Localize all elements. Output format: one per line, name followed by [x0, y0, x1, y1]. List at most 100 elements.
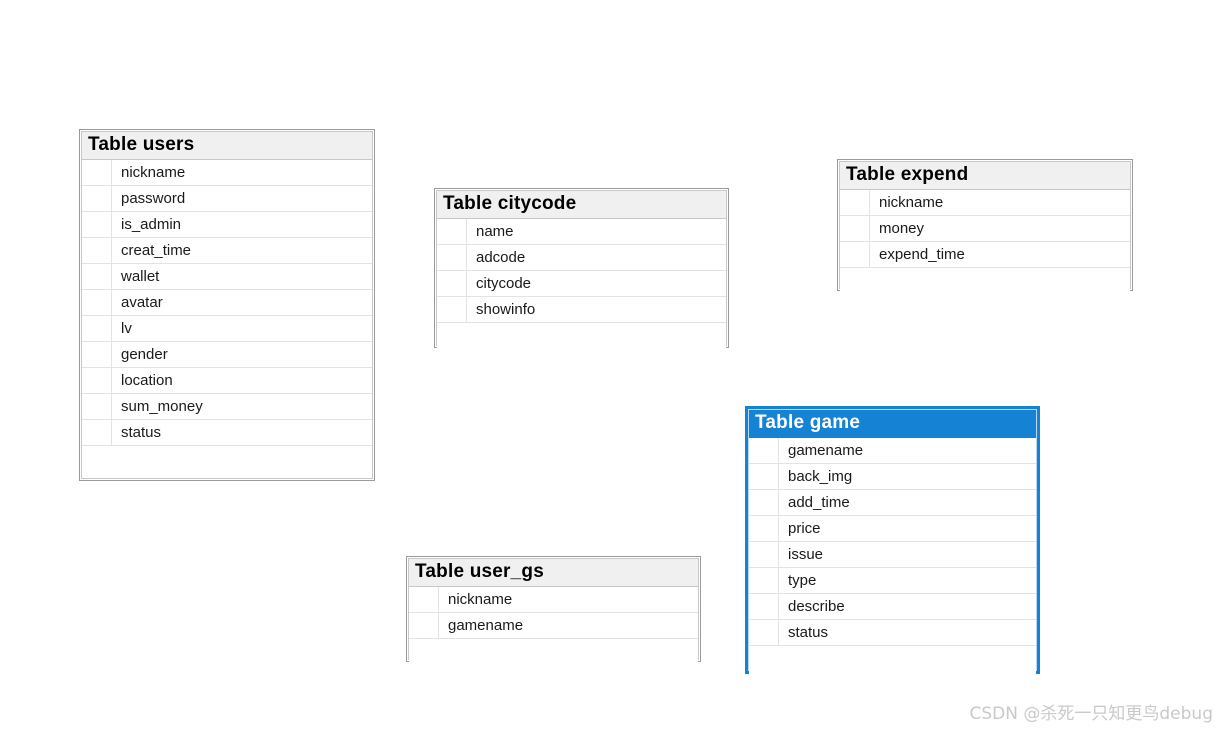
field-name-label: status [788, 624, 829, 641]
field-key-gutter [840, 190, 870, 215]
entity-field-row[interactable]: money [840, 216, 1130, 242]
entity-frame: Table game gamename back_img add_timeprice i… [748, 409, 1037, 676]
entity-field-row[interactable]: nickname [840, 190, 1130, 216]
field-key-gutter [82, 394, 112, 419]
entity-field-row[interactable]: status [749, 620, 1036, 646]
entity-field-row[interactable]: nickname [82, 160, 372, 186]
entity-field-list: name adcode citycode showinfo [437, 219, 726, 353]
field-name-label: password [121, 190, 186, 207]
entity-field-row[interactable]: sum_money [82, 394, 372, 420]
field-key-gutter [82, 446, 112, 476]
entity-title-user_gs[interactable]: Table user_gs [409, 559, 698, 587]
entity-field-row[interactable]: add_time [749, 490, 1036, 516]
field-name-label: gender [121, 346, 168, 363]
entity-field-row[interactable]: status [82, 420, 372, 446]
entity-table-users[interactable]: Table users nickname password is_admincreat… [79, 129, 375, 481]
entity-table-game[interactable]: Table game gamename back_img add_timeprice i… [745, 406, 1040, 676]
field-key-gutter [82, 342, 112, 367]
field-key-gutter [749, 438, 779, 463]
entity-field-row[interactable]: name [437, 219, 726, 245]
entity-field-row[interactable]: gamename [409, 613, 698, 639]
field-key-gutter [840, 242, 870, 267]
entity-table-user_gs[interactable]: Table user_gs nickname gamename [406, 556, 701, 669]
entity-field-row[interactable]: gender [82, 342, 372, 368]
field-key-gutter [749, 490, 779, 515]
entity-table-citycode[interactable]: Table citycode name adcode citycode showinfo [434, 188, 729, 353]
field-key-gutter [82, 420, 112, 445]
entity-field-row[interactable]: type [749, 568, 1036, 594]
field-key-gutter [437, 297, 467, 322]
csdn-watermark: CSDN @杀死一只知更鸟debug [969, 704, 1213, 724]
field-name-label: sum_money [121, 398, 203, 415]
entity-field-row[interactable]: nickname [409, 587, 698, 613]
entity-field-row[interactable]: citycode [437, 271, 726, 297]
field-name-label: back_img [788, 468, 853, 485]
field-key-gutter [840, 268, 870, 298]
entity-field-list: nickname money expend_time [840, 190, 1130, 298]
entity-field-row[interactable]: expend_time [840, 242, 1130, 268]
field-name-label: add_time [788, 494, 850, 511]
field-key-gutter [409, 613, 439, 638]
field-key-gutter [749, 542, 779, 567]
entity-frame: Table user_gs nickname gamename [408, 558, 699, 669]
field-name-label: expend_time [879, 246, 965, 263]
field-name-label: avatar [121, 294, 163, 311]
entity-field-row[interactable]: adcode [437, 245, 726, 271]
field-name-label: status [121, 424, 162, 441]
field-name-label: lv [121, 320, 132, 337]
field-key-gutter [409, 587, 439, 612]
entity-field-row[interactable]: issue [749, 542, 1036, 568]
field-key-gutter [437, 245, 467, 270]
field-key-gutter [82, 316, 112, 341]
entity-field-row[interactable]: is_admin [82, 212, 372, 238]
entity-field-row[interactable]: creat_time [82, 238, 372, 264]
entity-field-row[interactable]: back_img [749, 464, 1036, 490]
field-name-label: issue [788, 546, 824, 563]
entity-empty-row[interactable] [82, 446, 372, 476]
field-key-gutter [749, 568, 779, 593]
entity-empty-row[interactable] [840, 268, 1130, 298]
field-name-label: describe [788, 598, 845, 615]
entity-title-users[interactable]: Table users [82, 132, 372, 160]
field-name-label: gamename [788, 442, 864, 459]
entity-title-game[interactable]: Table game [749, 410, 1036, 438]
entity-field-row[interactable]: wallet [82, 264, 372, 290]
field-key-gutter [82, 212, 112, 237]
entity-field-row[interactable]: avatar [82, 290, 372, 316]
entity-frame: Table citycode name adcode citycode showinfo [436, 190, 727, 353]
entity-field-row[interactable]: lv [82, 316, 372, 342]
field-key-gutter [749, 594, 779, 619]
entity-field-row[interactable]: gamename [749, 438, 1036, 464]
entity-field-row[interactable]: describe [749, 594, 1036, 620]
field-key-gutter [749, 464, 779, 489]
entity-field-row[interactable]: showinfo [437, 297, 726, 323]
entity-frame: Table expend nickname money expend_time [839, 161, 1131, 298]
entity-empty-row[interactable] [437, 323, 726, 353]
field-key-gutter [82, 238, 112, 263]
field-name-label: location [121, 372, 173, 389]
entity-field-row[interactable]: location [82, 368, 372, 394]
field-key-gutter [82, 368, 112, 393]
field-name-label: gamename [448, 617, 524, 634]
entity-field-row[interactable]: price [749, 516, 1036, 542]
entity-title-expend[interactable]: Table expend [840, 162, 1130, 190]
field-name-label: wallet [121, 268, 160, 285]
entity-title-citycode[interactable]: Table citycode [437, 191, 726, 219]
entity-field-row[interactable]: password [82, 186, 372, 212]
field-key-gutter [409, 639, 439, 669]
field-name-label: showinfo [476, 301, 536, 318]
entity-empty-row[interactable] [749, 646, 1036, 676]
field-key-gutter [82, 160, 112, 185]
field-name-label: is_admin [121, 216, 182, 233]
field-name-label: name [476, 223, 514, 240]
field-key-gutter [840, 216, 870, 241]
field-name-label: nickname [448, 591, 513, 608]
entity-table-expend[interactable]: Table expend nickname money expend_time [837, 159, 1133, 298]
field-key-gutter [82, 290, 112, 315]
field-name-label: nickname [121, 164, 186, 181]
field-name-label: adcode [476, 249, 526, 266]
field-name-label: price [788, 520, 821, 537]
entity-field-list: nickname gamename [409, 587, 698, 669]
field-name-label: creat_time [121, 242, 192, 259]
entity-empty-row[interactable] [409, 639, 698, 669]
